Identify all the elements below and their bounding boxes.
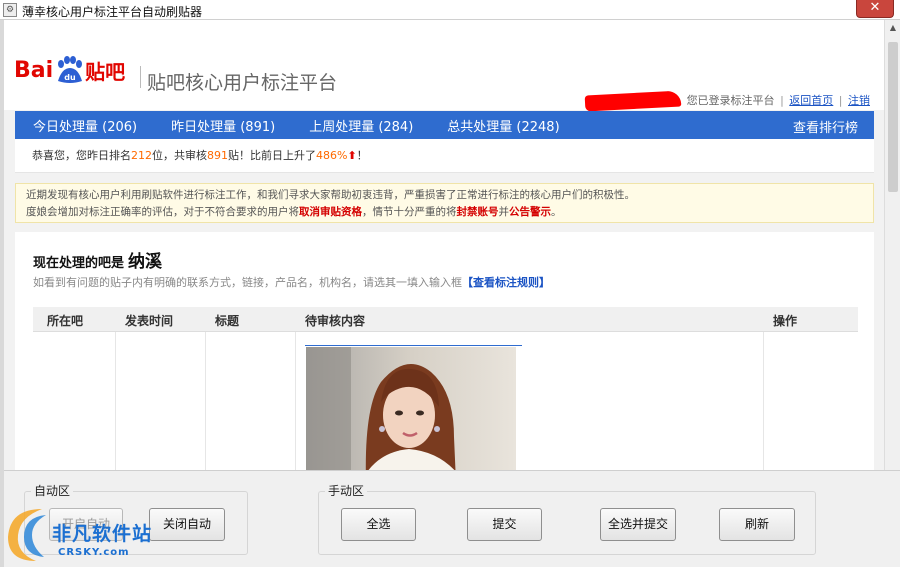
post-image[interactable] <box>306 347 516 470</box>
paw-icon: du <box>58 56 83 83</box>
arrow-up-icon: ⬆ <box>347 149 357 162</box>
title-bar: ⚙ 薄幸核心用户标注平台自动刷贴器 ✕ <box>0 0 900 20</box>
col-action: 操作 <box>773 314 798 328</box>
auto-group-title: 自动区 <box>31 482 74 499</box>
user-bar: 您已登录标注平台 | 返回首页 | 注销 <box>584 90 870 112</box>
manual-group: 手动区 全选 提交 全选并提交 刷新 <box>318 482 816 555</box>
col-time: 发表时间 <box>125 314 174 328</box>
watermark-text: 非凡软件站 <box>52 523 153 545</box>
reviewed-count: 891 <box>207 149 228 162</box>
select-all-button[interactable]: 全选 <box>341 508 416 541</box>
rise-percent: 486% <box>316 149 348 162</box>
warning-notice: 近期发现有核心用户利用刷贴软件进行标注工作，和我们寻求大家帮助初衷违背，严重损害… <box>15 183 874 223</box>
ban-account: 封禁账号 <box>456 206 499 218</box>
app-icon: ⚙ <box>3 3 17 17</box>
close-button[interactable]: ✕ <box>856 0 894 18</box>
nav-yesterday[interactable]: 昨日处理量 (891) <box>171 116 275 135</box>
bar-name: 纳溪 <box>128 252 163 272</box>
logo-bai: Bai <box>14 57 54 83</box>
platform-title: 贴吧核心用户标注平台 <box>147 72 338 94</box>
logo-divider <box>140 66 141 88</box>
nav-total[interactable]: 总共处理量 (2248) <box>447 116 559 135</box>
rank-message: 恭喜您，您昨日排名212位，共审核891贴！比前日上升了486%⬆！ <box>15 139 874 173</box>
nav-last-week[interactable]: 上周处理量 (284) <box>309 116 413 135</box>
stats-nav: 今日处理量 (206) 昨日处理量 (891) 上周处理量 (284) 总共处理… <box>15 111 874 139</box>
hint-text: 如看到有问题的贴子内有明确的联系方式，链接，产品名，机构名，请选其一填入输入框【… <box>33 276 550 289</box>
web-view: Bai du 贴吧 贴吧核心用户标注平台 您已登录标注平台 | 返回首页 | 注… <box>4 20 884 470</box>
crsky-watermark: 非凡软件站 CRSKY.com <box>2 503 167 565</box>
ranking-link[interactable]: 查看排行榜 <box>793 117 858 136</box>
scroll-up-icon[interactable]: ▲ <box>885 20 900 36</box>
vertical-scrollbar[interactable]: ▲ <box>884 20 900 470</box>
select-all-submit-button[interactable]: 全选并提交 <box>600 508 676 541</box>
scroll-thumb[interactable] <box>888 42 898 192</box>
rule-link[interactable]: 【查看标注规则】 <box>462 276 550 289</box>
cancel-qualification: 取消审贴资格 <box>299 206 362 218</box>
logo-du: du <box>64 73 76 82</box>
logo-tieba: 贴吧 <box>85 59 126 84</box>
nav-today[interactable]: 今日处理量 (206) <box>33 116 137 135</box>
rank-value: 212 <box>131 149 152 162</box>
redacted-username <box>584 90 682 112</box>
notice-line-1: 近期发现有核心用户利用刷贴软件进行标注工作，和我们寻求大家帮助初衷违背，严重损害… <box>26 189 635 201</box>
public-warning: 公告警示 <box>509 206 551 218</box>
logout-link[interactable]: 注销 <box>848 94 870 107</box>
review-panel: 现在处理的吧是 纳溪 如看到有问题的贴子内有明确的联系方式，链接，产品名，机构名，… <box>15 232 874 470</box>
refresh-button[interactable]: 刷新 <box>719 508 795 541</box>
submit-button[interactable]: 提交 <box>467 508 542 541</box>
col-title: 标题 <box>215 314 240 328</box>
col-bar: 所在吧 <box>47 314 84 328</box>
watermark-sub: CRSKY.com <box>58 547 130 558</box>
manual-group-title: 手动区 <box>325 482 368 499</box>
current-bar: 现在处理的吧是 纳溪 <box>33 252 163 272</box>
col-content: 待审核内容 <box>305 314 366 328</box>
notice-line-2: 度娘会增加对标注正确率的评估，对于不符合要求的用户将取消审贴资格，情节十分严重的… <box>26 206 562 218</box>
home-link[interactable]: 返回首页 <box>789 94 833 107</box>
crsky-logo-icon <box>8 509 46 561</box>
login-status: 您已登录标注平台 <box>686 94 775 107</box>
window-title: 薄幸核心用户标注平台自动刷贴器 <box>22 5 203 19</box>
table-header: 所在吧 发表时间 标题 待审核内容 操作 <box>33 307 858 332</box>
page-header: Bai du 贴吧 贴吧核心用户标注平台 您已登录标注平台 | 返回首页 | 注… <box>4 20 884 112</box>
baidu-tieba-logo[interactable]: Bai du 贴吧 <box>14 52 125 88</box>
